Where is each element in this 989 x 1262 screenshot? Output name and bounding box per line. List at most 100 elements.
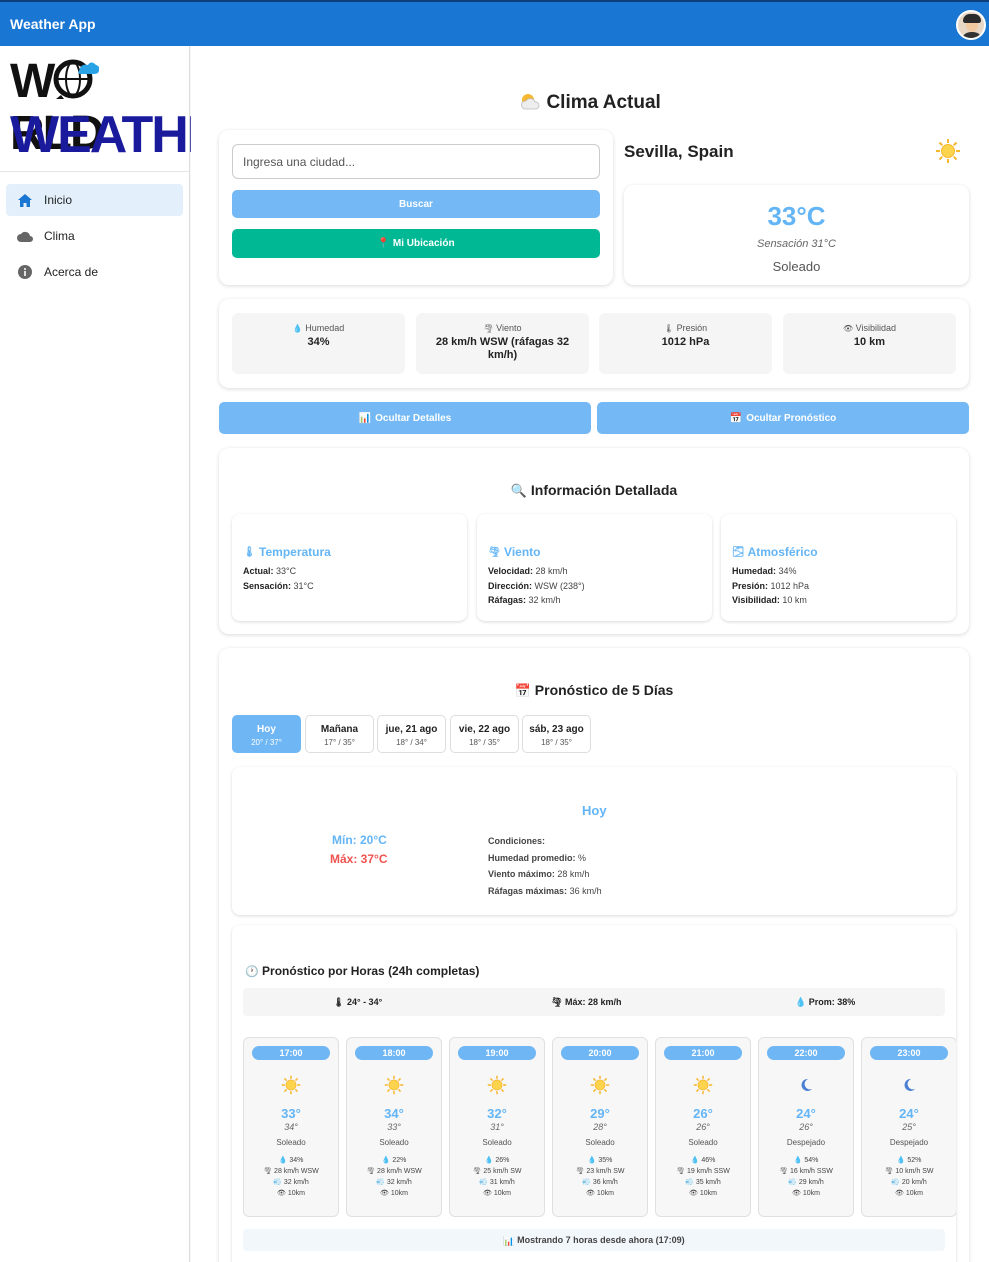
sidebar-item-clima[interactable]: Clima xyxy=(6,220,183,252)
search-card: Ingresa una ciudad... Buscar 📍 Mi Ubicaci… xyxy=(219,130,613,285)
eye-icon: 👁 xyxy=(895,1190,904,1197)
droplet-icon: 💧 xyxy=(278,1157,288,1164)
hour-feels: 34° xyxy=(284,1122,298,1132)
tab-manana[interactable]: Mañana 17° / 35° xyxy=(305,715,374,753)
app-bar: Weather App xyxy=(0,0,989,46)
hide-forecast-button[interactable]: 📅 Ocultar Pronóstico xyxy=(597,402,969,434)
city-search-input[interactable]: Ingresa una ciudad... xyxy=(232,144,600,179)
forecast-card: 📅 Pronóstico de 5 Días Hoy 20° / 37° Maña… xyxy=(219,648,969,1262)
hour-stats: 💧 52% 🌪 10 km/h SW 💨 20 km/h 👁 10km xyxy=(884,1157,934,1197)
sun-icon xyxy=(656,1068,750,1102)
sun-icon xyxy=(553,1068,647,1102)
tornado-icon: 🌪 xyxy=(676,1168,686,1175)
gust-icon: 💨 xyxy=(376,1179,385,1186)
globe-cloud-icon xyxy=(53,59,100,99)
hour-feels: 28° xyxy=(593,1122,607,1132)
hour-card-2200: 22:00 24° 26° Despejado 💧 54% 🌪 16 km/h SSW 💨 … xyxy=(758,1037,854,1217)
hour-temp: 32° xyxy=(487,1106,507,1121)
city-name: Sevilla, Spain xyxy=(624,142,734,161)
details-heading: 🔍 Información Detallada xyxy=(510,482,678,499)
stat-wind: 🌪 Viento 28 km/h WSW (ráfagas 32 km/h) xyxy=(416,313,589,374)
tornado-icon: 🌪 xyxy=(263,1168,273,1175)
tornado-icon: 🌪 xyxy=(488,547,501,559)
hour-card-1800: 18:00 34° 33° Soleado 💧 22% 🌪 28 km/h WSW 💨 32… xyxy=(346,1037,442,1217)
fog-icon: 🌫 xyxy=(732,547,745,559)
hour-feels: 31° xyxy=(490,1122,504,1132)
hide-details-button[interactable]: 📊 Ocultar Detalles xyxy=(219,402,591,434)
sidebar-item-inicio[interactable]: Inicio xyxy=(6,184,183,216)
moon-icon xyxy=(862,1068,956,1102)
info-icon xyxy=(16,263,34,281)
magnifier-icon: 🔍 xyxy=(510,483,528,499)
sun-cloud-icon xyxy=(521,94,540,110)
condition: Soleado xyxy=(772,259,821,274)
hour-time: 21:00 xyxy=(664,1046,742,1060)
day-title: Hoy xyxy=(582,803,607,818)
hour-feels: 33° xyxy=(387,1122,401,1132)
eye-icon: 👁 xyxy=(483,1190,492,1197)
hour-card-2100: 21:00 26° 26° Soleado 💧 46% 🌪 19 km/h SSW 💨 35… xyxy=(655,1037,751,1217)
droplet-icon: 💧 xyxy=(484,1157,494,1164)
hour-temp: 33° xyxy=(281,1106,301,1121)
hour-card-1700: 17:00 33° 34° Soleado 💧 34% 🌪 28 km/h WSW 💨 32… xyxy=(243,1037,339,1217)
sidebar-nav: Inicio Clima Acerca de xyxy=(0,172,189,304)
gust-icon: 💨 xyxy=(582,1179,591,1186)
day-details: Condiciones: Humedad promedio: % Viento … xyxy=(488,836,602,896)
hour-temp: 24° xyxy=(796,1106,816,1121)
hourly-footer: 📊 Mostrando 7 horas desde ahora (17:09) xyxy=(243,1229,945,1251)
eye-icon: 👁 xyxy=(380,1190,389,1197)
hour-feels: 26° xyxy=(696,1122,710,1132)
thermometer-icon: 🌡 xyxy=(663,324,675,334)
avatar[interactable] xyxy=(956,10,986,40)
hour-temp: 34° xyxy=(384,1106,404,1121)
detail-card-wind: 🌪 Viento Velocidad: 28 km/h Dirección: W… xyxy=(477,514,712,621)
tab-hoy[interactable]: Hoy 20° / 37° xyxy=(232,715,301,753)
droplet-icon: 💧 xyxy=(896,1157,906,1164)
search-button[interactable]: Buscar xyxy=(232,190,600,218)
stat-pressure: 🌡 Presión 1012 hPa xyxy=(599,313,772,374)
pin-icon: 📍 xyxy=(377,238,390,249)
app-title: Weather App xyxy=(10,16,96,32)
sidebar: W RLD WEATHER Inicio Clima Acerca de xyxy=(0,46,257,1262)
gust-icon: 💨 xyxy=(685,1179,694,1186)
gust-icon: 💨 xyxy=(479,1179,488,1186)
droplet-icon: 💧 xyxy=(587,1157,597,1164)
world-weather-logo: W RLD WEATHER xyxy=(0,46,257,172)
hour-card-2300: 23:00 24° 25° Despejado 💧 52% 🌪 10 km/h SW 💨 2… xyxy=(861,1037,956,1217)
tab-sab[interactable]: sáb, 23 ago 18° / 35° xyxy=(522,715,591,753)
sun-icon xyxy=(244,1068,338,1102)
hour-condition: Soleado xyxy=(276,1138,306,1147)
gust-icon: 💨 xyxy=(891,1179,900,1186)
day-max: Máx: 37°C xyxy=(330,852,388,866)
detail-card-temperature: 🌡 Temperatura Actual: 33°C Sensación: 31… xyxy=(232,514,467,621)
hour-temp: 26° xyxy=(693,1106,713,1121)
droplet-icon: 💧 xyxy=(292,324,303,334)
moon-icon xyxy=(759,1068,853,1102)
hour-stats: 💧 35% 🌪 23 km/h SW 💨 36 km/h 👁 10km xyxy=(575,1157,625,1197)
hour-stats: 💧 46% 🌪 19 km/h SSW 💨 35 km/h 👁 10km xyxy=(676,1157,730,1197)
my-location-button[interactable]: 📍 Mi Ubicación xyxy=(232,229,600,258)
day-min: Mín: 20°C xyxy=(332,833,387,847)
detail-card-atmospheric: 🌫 Atmosférico Humedad: 34% Presión: 1012… xyxy=(721,514,956,621)
thermometer-icon: 🌡 xyxy=(243,547,256,559)
tab-jue[interactable]: jue, 21 ago 18° / 34° xyxy=(377,715,446,753)
sidebar-item-acerca[interactable]: Acerca de xyxy=(6,256,183,288)
hour-time: 23:00 xyxy=(870,1046,948,1060)
hour-feels: 26° xyxy=(799,1122,813,1132)
hour-time: 22:00 xyxy=(767,1046,845,1060)
droplet-icon: 💧 xyxy=(690,1157,700,1164)
chart-icon: 📊 xyxy=(503,1235,515,1246)
calendar-icon: 📅 xyxy=(514,683,531,699)
hourly-cards[interactable]: 17:00 33° 34° Soleado 💧 34% 🌪 28 km/h WSW 💨 32… xyxy=(232,925,956,1262)
hour-stats: 💧 54% 🌪 16 km/h SSW 💨 29 km/h 👁 10km xyxy=(779,1157,833,1197)
current-temp: 33°C xyxy=(767,201,826,231)
tab-vie[interactable]: vie, 22 ago 18° / 35° xyxy=(450,715,519,753)
tornado-icon: 🌪 xyxy=(575,1168,585,1175)
hour-temp: 29° xyxy=(590,1106,610,1121)
eye-icon: 👁 xyxy=(586,1190,595,1197)
feels-like: Sensación 31°C xyxy=(756,238,836,250)
hour-condition: Despejado xyxy=(786,1138,826,1147)
eye-icon: 👁 xyxy=(689,1190,698,1197)
sun-icon xyxy=(450,1068,544,1102)
main-content: Clima Actual Ingresa una ciudad... Busca… xyxy=(191,46,989,1262)
